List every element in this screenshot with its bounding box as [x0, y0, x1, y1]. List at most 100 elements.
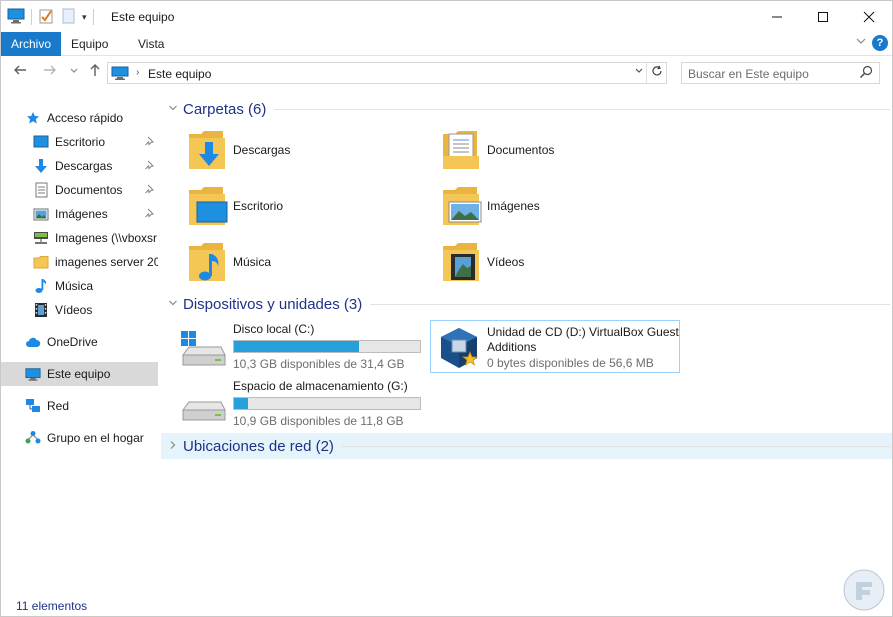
sidebar-item-imagenes-network[interactable]: Imagenes (\\vboxsr [1, 226, 158, 250]
sidebar-item-descargas[interactable]: Descargas [1, 154, 158, 178]
folder-label: Música [233, 255, 272, 269]
drive-free-space: 0 bytes disponibles de 56,6 MB [487, 356, 654, 370]
up-arrow-icon [90, 64, 100, 76]
tab-vista[interactable]: Vista [128, 32, 174, 56]
folder-tile-imagenes[interactable]: Imágenes [415, 180, 655, 232]
address-bar[interactable]: › Este equipo [107, 62, 667, 84]
address-path[interactable]: Este equipo [148, 67, 211, 81]
expand-chevron-icon[interactable] [163, 440, 183, 453]
this-pc-icon [111, 66, 129, 83]
sidebar-item-documentos[interactable]: Documentos [1, 178, 158, 202]
new-folder-icon[interactable] [60, 8, 76, 27]
tab-archivo[interactable]: Archivo [1, 32, 62, 56]
drive-name: Disco local (C:) [233, 322, 315, 336]
folder-tile-musica[interactable]: Música [161, 236, 401, 288]
documents-folder-icon [437, 126, 485, 174]
chevron-down-icon [70, 68, 78, 73]
folder-tile-descargas[interactable]: Descargas [161, 124, 401, 176]
sidebar-item-label: Vídeos [55, 303, 93, 317]
pictures-folder-icon [437, 182, 485, 230]
watermark-logo [842, 568, 886, 612]
title-bar: ▾ Este equipo [1, 1, 892, 32]
sidebar-item-imagenes-server[interactable]: imagenes server 20 [1, 250, 158, 274]
sidebar-item-label: Este equipo [47, 367, 111, 381]
folder-tile-documentos[interactable]: Documentos [415, 124, 655, 176]
ribbon-tabs: Archivo Equipo Vista ? [1, 32, 892, 56]
sidebar-item-label: Escritorio [55, 135, 106, 149]
breadcrumb-separator-icon[interactable]: › [136, 67, 139, 78]
close-button[interactable] [846, 1, 892, 32]
sidebar-item-imagenes[interactable]: Imágenes [1, 202, 158, 226]
maximize-button[interactable] [800, 1, 846, 32]
folder-tile-escritorio[interactable]: Escritorio [161, 180, 401, 232]
back-button[interactable] [11, 63, 29, 83]
sidebar-item-homegroup[interactable]: Grupo en el hogar [1, 426, 158, 450]
drive-tile-c[interactable]: Disco local (C:) 10,3 GB disponibles de … [161, 319, 423, 371]
quick-access-toolbar: ▾ [7, 7, 94, 27]
collapse-chevron-icon[interactable] [163, 103, 183, 116]
network-folder-icon [33, 230, 49, 246]
drive-tile-cd[interactable]: Unidad de CD (D:) VirtualBox Guest Addit… [430, 320, 680, 373]
virtualbox-disc-icon [437, 326, 481, 370]
folder-label: Descargas [233, 143, 291, 157]
drive-tile-g[interactable]: Espacio de almacenamiento (G:) 10,9 GB d… [161, 376, 423, 428]
minimize-button[interactable] [754, 1, 800, 32]
sidebar-item-musica[interactable]: Música [1, 274, 158, 298]
windows-drive-icon [179, 329, 227, 369]
sidebar-item-label: Grupo en el hogar [47, 431, 144, 445]
group-title: Dispositivos y unidades (3) [183, 295, 363, 313]
sidebar-item-this-pc[interactable]: Este equipo [1, 362, 158, 386]
sidebar-item-label: Música [55, 279, 94, 293]
sidebar-item-escritorio[interactable]: Escritorio [1, 130, 158, 154]
drive-free-space: 10,9 GB disponibles de 11,8 GB [233, 414, 404, 428]
sidebar-item-videos[interactable]: Vídeos [1, 298, 158, 322]
sidebar-item-network[interactable]: Red [1, 394, 158, 418]
properties-icon[interactable] [38, 8, 54, 27]
network-icon [25, 398, 41, 414]
content-area: Carpetas (6) Descargas Documentos Escrit… [161, 89, 892, 589]
back-arrow-icon [14, 65, 26, 75]
sidebar-item-onedrive[interactable]: OneDrive [1, 330, 158, 354]
sidebar-item-label: Documentos [55, 183, 123, 197]
group-divider [341, 445, 890, 447]
pin-icon[interactable] [144, 136, 155, 149]
pin-icon[interactable] [144, 208, 155, 221]
search-input[interactable] [688, 66, 853, 81]
pin-icon[interactable] [144, 184, 155, 197]
this-pc-icon[interactable] [7, 8, 25, 27]
forward-arrow-icon [44, 65, 56, 75]
group-header-folders[interactable]: Carpetas (6) [161, 97, 892, 121]
search-box[interactable] [681, 62, 880, 84]
toolbar-divider [92, 9, 94, 25]
sidebar-item-quick-access[interactable]: Acceso rápido [1, 106, 158, 130]
expand-ribbon-icon[interactable] [856, 36, 866, 49]
document-icon [33, 182, 49, 198]
recent-locations-button[interactable] [65, 63, 83, 83]
group-header-devices[interactable]: Dispositivos y unidades (3) [161, 292, 892, 316]
up-button[interactable] [86, 63, 104, 83]
folder-label: Vídeos [487, 255, 525, 269]
address-dropdown-icon[interactable] [634, 66, 644, 79]
group-divider [274, 108, 890, 110]
pictures-icon [33, 206, 49, 222]
search-icon[interactable] [859, 65, 873, 82]
tab-equipo[interactable]: Equipo [61, 32, 118, 56]
help-icon[interactable]: ? [872, 35, 888, 51]
sidebar-item-label: Descargas [55, 159, 113, 173]
folder-icon [33, 254, 49, 270]
collapse-chevron-icon[interactable] [163, 298, 183, 311]
group-header-network-locations[interactable]: Ubicaciones de red (2) [161, 433, 892, 459]
drive-name-line2: Additions [487, 340, 537, 354]
sidebar-item-label: Imagenes (\\vboxsr [55, 231, 158, 245]
group-divider [370, 303, 890, 305]
folder-tile-videos[interactable]: Vídeos [415, 236, 655, 288]
folder-label: Documentos [487, 143, 555, 157]
maximize-icon [818, 11, 828, 22]
refresh-button[interactable] [646, 63, 666, 83]
homegroup-icon [25, 430, 41, 446]
forward-button[interactable] [41, 63, 59, 83]
close-icon [863, 11, 875, 22]
customize-toolbar-icon[interactable]: ▾ [82, 12, 87, 23]
music-icon [33, 278, 49, 294]
pin-icon[interactable] [144, 160, 155, 173]
